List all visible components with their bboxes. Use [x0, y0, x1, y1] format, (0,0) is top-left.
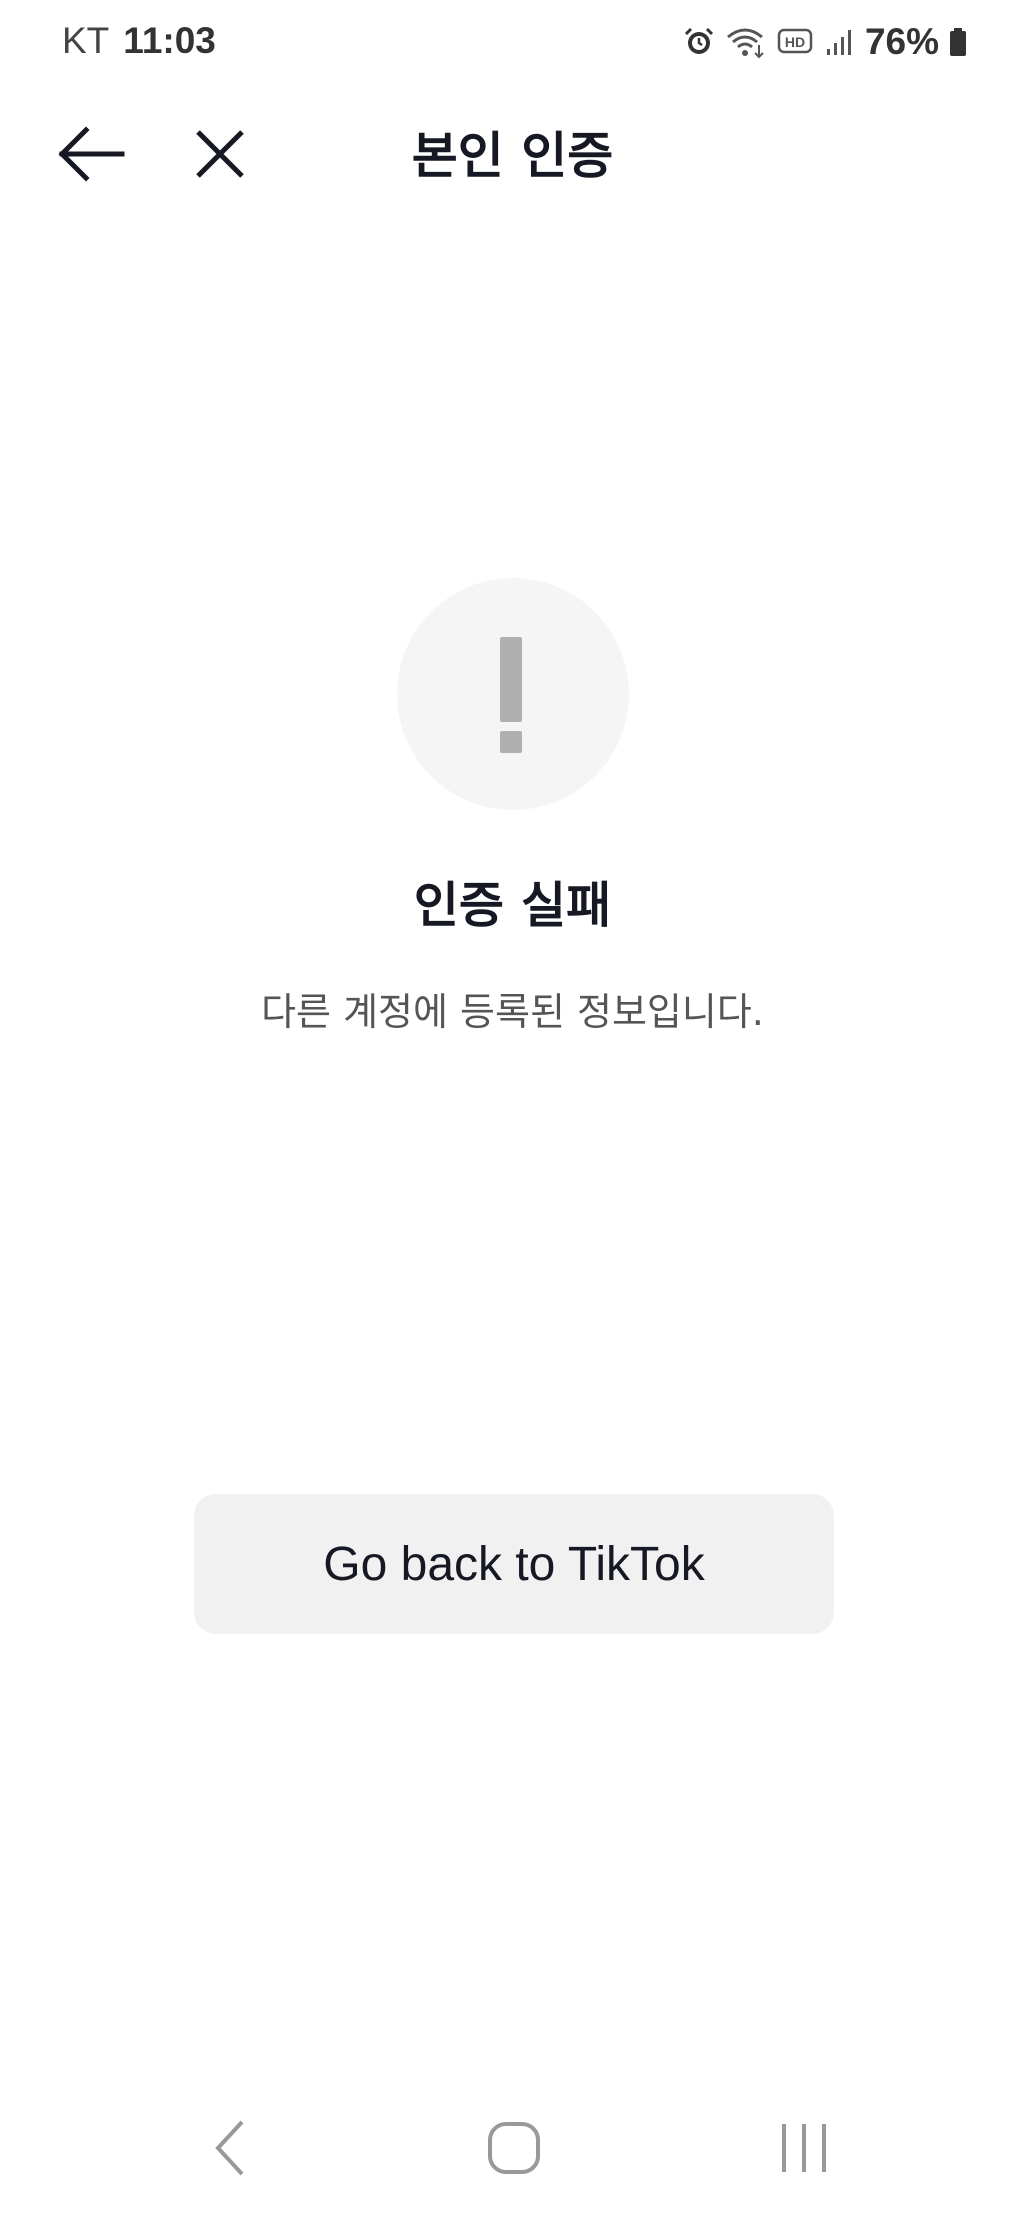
signal-icon: [825, 27, 855, 57]
clock: 11:03: [123, 20, 216, 61]
exclamation-dot: [500, 731, 522, 753]
go-back-to-tiktok-button[interactable]: Go back to TikTok: [194, 1494, 834, 1634]
result-description: 다른 계정에 등록된 정보입니다.: [261, 990, 764, 1034]
nav-recents-button[interactable]: [744, 2100, 864, 2200]
back-nav-icon: [210, 2118, 250, 2182]
status-bar: KT 11:03 HD 76%: [0, 0, 1025, 90]
svg-text:HD: HD: [785, 34, 805, 50]
alarm-icon: [683, 26, 715, 58]
status-icons: HD 76%: [683, 20, 967, 64]
hd-icon: HD: [777, 27, 815, 57]
wifi-icon: [725, 25, 767, 59]
exclamation-icon: [397, 578, 629, 810]
battery-percent: 76%: [864, 21, 939, 62]
exclamation-bar: [500, 637, 522, 722]
header: 본인 인증: [0, 100, 1025, 212]
carrier-label: KT: [62, 20, 110, 61]
battery-icon: [949, 27, 967, 57]
recents-nav-icon: [778, 2120, 830, 2180]
result-title: 인증 실패: [413, 877, 612, 934]
page-title: 본인 인증: [411, 127, 614, 185]
nav-back-button[interactable]: [170, 2100, 290, 2200]
nav-home-button[interactable]: [454, 2100, 574, 2200]
system-nav-bar: [0, 2100, 1025, 2221]
status-left: KT 11:03: [62, 20, 216, 62]
home-nav-icon: [487, 2121, 541, 2179]
